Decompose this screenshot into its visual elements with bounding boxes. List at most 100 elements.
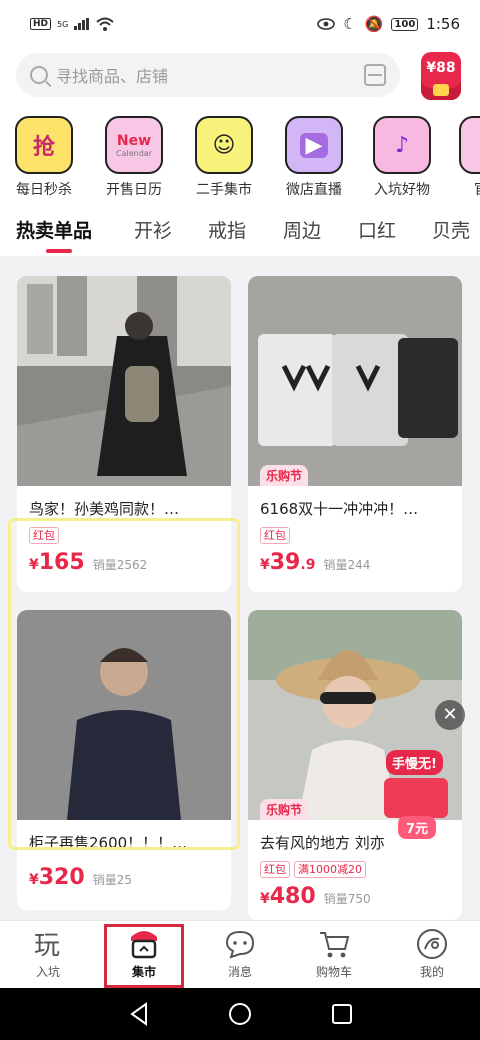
wifi-icon	[96, 17, 114, 31]
live-video-icon: ▶	[285, 116, 343, 174]
bottom-nav: 玩 入坑 集市 消息 购物车 我的	[0, 920, 480, 988]
nav-label: 消息	[227, 965, 252, 979]
festival-badge: 乐购节	[260, 465, 309, 486]
category-official[interactable]: 官方	[448, 116, 480, 199]
nav-label: 入坑	[35, 965, 60, 979]
product-price: 39	[269, 550, 301, 575]
scan-icon[interactable]	[364, 64, 386, 86]
category-second-hand[interactable]: ☺ 二手集市	[184, 116, 264, 199]
product-tags: 红包	[248, 519, 462, 544]
red-packet-tag: 红包	[260, 861, 290, 878]
signal-icon	[74, 18, 90, 30]
product-image	[17, 610, 231, 820]
price-row: ¥ 165 销量2562	[17, 544, 231, 575]
top-bar: 寻找商品、店铺 ¥88	[0, 48, 480, 106]
product-image	[17, 276, 231, 486]
product-image: 乐购节	[248, 276, 462, 486]
price-row: ¥ 480 销量750	[248, 878, 462, 909]
nav-messages[interactable]: 消息	[200, 927, 280, 980]
svg-text:玩: 玩	[34, 931, 60, 961]
category-label: 微店直播	[286, 182, 342, 198]
search-box[interactable]: 寻找商品、店铺	[16, 53, 400, 97]
nav-label: 购物车	[315, 965, 352, 979]
category-good-stuff[interactable]: ♪ 入坑好物	[362, 116, 442, 199]
hd-badge: HD	[30, 18, 52, 30]
tab-lipstick[interactable]: 口红	[358, 216, 396, 243]
status-bar: HD 5G ☾ 🔕 100 1:56	[0, 0, 480, 48]
category-flash-sale[interactable]: 抢 每日秒杀	[4, 116, 84, 199]
red-packet-button[interactable]: ¥88	[421, 52, 461, 100]
currency-symbol: ¥	[29, 872, 39, 888]
product-title: 柜子再售2600！！！…	[29, 834, 188, 852]
tab-bar: 热卖单品 开衫 戒指 周边 口红 贝壳	[0, 202, 480, 256]
nav-market[interactable]: 集市	[104, 927, 184, 980]
category-label: 入坑好物	[374, 182, 430, 198]
search-placeholder: 寻找商品、店铺	[56, 67, 169, 86]
chat-bubble-icon	[223, 927, 257, 961]
category-calendar[interactable]: New Calendar 开售日历	[94, 116, 174, 199]
tab-shell[interactable]: 贝壳	[432, 216, 470, 243]
category-label: 二手集市	[196, 182, 252, 198]
recents-icon	[332, 1004, 352, 1024]
product-tags: 红包 满1000减20	[248, 853, 462, 878]
product-title: 鸟家！孙美鸡同款！…	[29, 500, 180, 518]
tab-cardigan[interactable]: 开衫	[134, 216, 172, 243]
red-packet-tag: 红包	[29, 527, 59, 544]
currency-symbol: ¥	[29, 557, 39, 573]
product-card[interactable]: 乐购节 6168双十一冲冲冲！… 红包 ¥ 39 .9 销量244	[248, 276, 462, 592]
status-right: ☾ 🔕 100 1:56	[317, 15, 460, 33]
market-shop-icon	[127, 927, 161, 961]
play-text-icon: 玩	[31, 927, 65, 961]
envelope-icon	[384, 778, 448, 818]
nav-cart[interactable]: 购物车	[294, 927, 374, 980]
product-price-decimal: .9	[300, 557, 316, 573]
product-title: 6168双十一冲冲冲！…	[260, 500, 419, 518]
system-nav-bar	[0, 988, 480, 1040]
back-icon	[130, 1002, 147, 1026]
nav-label: 集市	[131, 965, 156, 979]
promo-red-packet[interactable]: 手慢无! 7元	[378, 750, 464, 840]
mute-bell-icon: 🔕	[364, 15, 384, 33]
promo-amount: 7元	[398, 816, 437, 839]
currency-symbol: ¥	[260, 891, 270, 907]
red-packet-amount: ¥88	[426, 60, 456, 76]
festival-badge: 乐购节	[260, 799, 309, 820]
product-card[interactable]: 柜子再售2600！！！… ¥ 320 销量25	[17, 610, 231, 910]
status-left: HD 5G	[30, 17, 114, 31]
profile-icon	[415, 927, 449, 961]
battery-icon: 100	[391, 17, 419, 31]
alarm-clock-icon: 抢	[15, 116, 73, 174]
tab-rings[interactable]: 戒指	[208, 216, 246, 243]
nav-rukeng[interactable]: 玩 入坑	[8, 927, 88, 980]
search-icon	[30, 66, 48, 84]
price-row: ¥ 39 .9 销量244	[248, 544, 462, 575]
category-row: 抢 每日秒杀 New Calendar 开售日历 ☺ 二手集市 ▶ 微店直播 ♪…	[0, 106, 480, 202]
official-icon	[459, 116, 480, 174]
status-time: 1:56	[426, 15, 460, 33]
currency-symbol: ¥	[260, 557, 270, 573]
cloud-market-icon: ☺	[195, 116, 253, 174]
product-tags: 红包	[17, 519, 231, 544]
product-card[interactable]: 鸟家！孙美鸡同款！… 红包 ¥ 165 销量2562	[17, 276, 231, 592]
calendar-icon: New Calendar	[105, 116, 163, 174]
sales-count: 销量25	[92, 873, 132, 887]
tab-merch[interactable]: 周边	[283, 216, 321, 243]
sales-count: 销量244	[323, 558, 371, 572]
signal-label: 5G	[57, 19, 69, 29]
category-live[interactable]: ▶ 微店直播	[274, 116, 354, 199]
moon-icon: ☾	[343, 15, 357, 33]
eye-icon	[317, 18, 336, 30]
category-label: 开售日历	[106, 182, 162, 198]
tab-hot[interactable]: 热卖单品	[16, 216, 92, 253]
category-label: 每日秒杀	[16, 182, 72, 198]
category-label: 官方	[448, 179, 480, 199]
sales-count: 销量2562	[92, 558, 148, 572]
product-price: 480	[269, 884, 316, 909]
shopping-cart-icon	[317, 927, 351, 961]
nav-profile[interactable]: 我的	[392, 927, 472, 980]
nav-label: 我的	[419, 965, 444, 979]
product-price: 165	[38, 550, 85, 575]
close-icon[interactable]: ✕	[435, 700, 465, 730]
sales-count: 销量750	[323, 892, 371, 906]
coin-icon	[433, 84, 449, 96]
